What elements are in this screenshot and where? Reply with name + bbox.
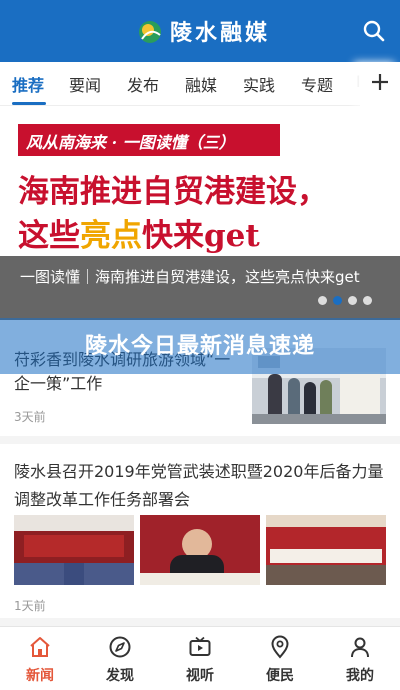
banner-tag: 风从南海来 · 一图读懂（三） [26,133,235,152]
plus-icon [372,74,388,90]
nav-services[interactable]: 便民 [240,627,320,690]
app-logo[interactable]: 陵水融媒 [136,14,270,48]
banner-headline-line2: 这些亮点快来get [18,210,260,255]
carousel-dots [318,296,372,305]
banner-caption: 一图读懂｜海南推进自贸港建设，这些亮点快来get [20,268,360,286]
app-header: 陵水融媒 [0,0,400,62]
banner-headline-part-a: 这些 [18,218,80,254]
location-pin-icon [271,635,289,659]
nav-news[interactable]: 新闻 [0,627,80,690]
nav-label: 便民 [266,668,294,684]
nav-profile[interactable]: 我的 [320,627,400,690]
banner-caption-bar[interactable]: 一图读懂｜海南推进自贸港建设，这些亮点快来get [0,256,400,320]
headline-overlay: 陵水今日最新消息速递 [0,318,400,374]
news-image[interactable] [266,515,386,585]
channel-tabs: 推荐 要闻 发布 融媒 实践 专题 I [0,62,400,106]
tv-icon [189,636,211,656]
active-tab-indicator [12,102,46,105]
banner-tag-bg: 风从南海来 · 一图读懂（三） [18,124,280,156]
home-icon [30,637,50,657]
nav-discover[interactable]: 发现 [80,627,160,690]
section-divider [0,436,400,444]
news-image-row [14,515,386,585]
banner-image[interactable]: 风从南海来 · 一图读懂（三） 海南推进自贸港建设， 这些亮点快来get [0,106,400,256]
nav-label: 我的 [346,668,374,684]
tab-news[interactable]: 要闻 [69,72,101,96]
carousel-dot[interactable] [363,296,372,305]
news-image[interactable] [14,515,134,585]
nav-label: 新闻 [26,668,54,684]
carousel-dot[interactable] [348,296,357,305]
tab-media[interactable]: 融媒 [185,72,217,96]
news-image[interactable] [140,515,260,585]
app-title: 陵水融媒 [170,20,271,46]
nav-label: 发现 [106,668,134,684]
banner-headline-highlight: 亮点 [80,218,142,254]
bottom-navigation: 新闻 发现 视听 便民 我的 [0,626,400,690]
user-icon [351,637,369,658]
overlay-headline: 陵水今日最新消息速递 [84,334,315,359]
search-icon[interactable] [362,19,386,43]
nav-label: 视听 [186,668,214,684]
carousel-dot[interactable] [318,296,327,305]
tab-topics[interactable]: 专题 [301,72,333,96]
logo-icon [139,21,161,43]
more-channels-button[interactable] [360,62,400,106]
compass-icon [109,636,131,658]
nav-media[interactable]: 视听 [160,627,240,690]
tab-release[interactable]: 发布 [127,72,159,96]
banner-headline-part-c: 快来get [142,218,260,254]
news-time: 1天前 [14,599,46,613]
section-divider [0,618,400,626]
news-time: 3天前 [14,410,46,424]
carousel-banner[interactable]: 风从南海来 · 一图读懂（三） 海南推进自贸港建设， 这些亮点快来get 一图读… [0,106,400,320]
news-title: 陵水县召开2019年党管武装述职暨2020年后备力量调整改革工作任务部署会 [14,462,384,509]
banner-headline-line1: 海南推进自贸港建设， [18,174,328,210]
tab-recommend[interactable]: 推荐 [12,72,44,96]
tab-practice[interactable]: 实践 [243,72,275,96]
carousel-dot-active[interactable] [333,296,342,305]
